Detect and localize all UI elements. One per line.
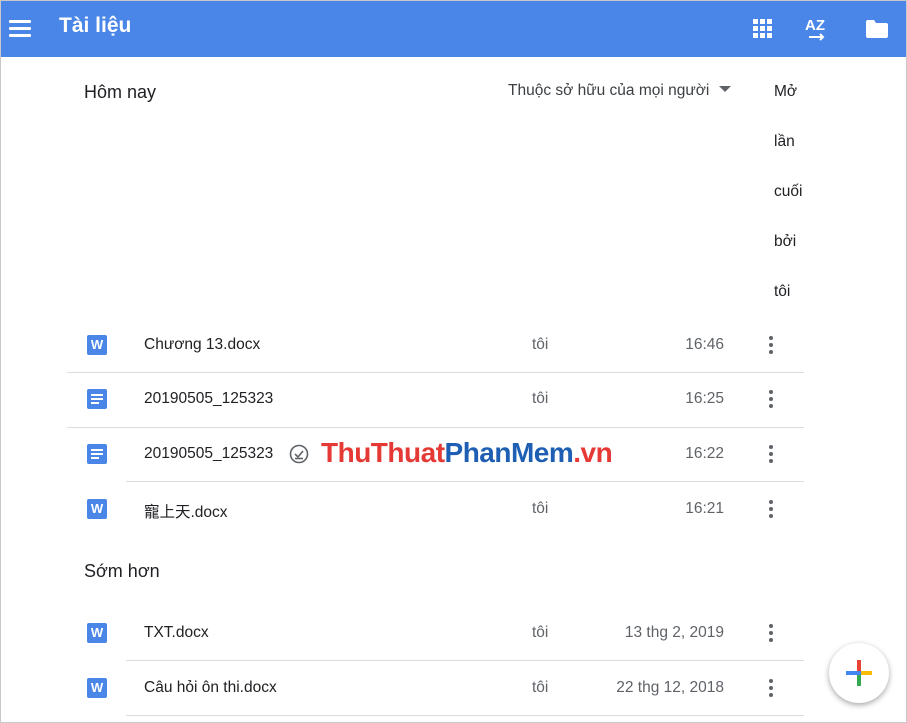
owner-filter-dropdown[interactable]: Thuộc sở hữu của mọi người [508, 82, 732, 100]
offline-available-icon [289, 444, 309, 464]
google-doc-icon [87, 444, 107, 464]
app-bar: Tài liệu AZ [1, 1, 906, 57]
folder-icon[interactable] [863, 15, 891, 43]
google-doc-icon [87, 389, 107, 409]
file-name: Chương 13.docx [144, 336, 261, 353]
docs-app-window: Tài liệu AZ Hôm nay Thuộc sở hữu của mọi… [0, 0, 907, 723]
file-owner: tôi [532, 500, 549, 517]
hamburger-menu-icon[interactable] [9, 17, 31, 41]
file-name: 20190505_125323 [144, 390, 274, 407]
more-options-icon[interactable] [761, 676, 781, 700]
section-title-earlier: Sớm hơn [84, 561, 160, 581]
sort-header-word: Mở [774, 83, 798, 100]
sort-header-word: cuối [774, 183, 803, 200]
file-date: 16:46 [685, 336, 724, 353]
file-date: 16:21 [685, 500, 724, 517]
sort-header-word: lần [774, 133, 795, 150]
plus-icon [846, 660, 872, 686]
more-options-icon[interactable] [761, 621, 781, 645]
file-name: Câu hỏi ôn thi.docx [144, 679, 277, 696]
watermark-part: ThuThuat [321, 437, 445, 468]
more-options-icon[interactable] [761, 442, 781, 466]
sort-az-icon[interactable]: AZ [803, 15, 831, 43]
file-row[interactable]: W TXT.docx tôi 13 thg 2, 2019 [1, 606, 906, 660]
file-name: TXT.docx [144, 624, 209, 641]
file-owner: tôi [532, 390, 549, 407]
file-row[interactable]: W Câu hỏi ôn thi.docx tôi 22 thg 12, 201… [1, 661, 906, 715]
file-name: 20190505_125323 [144, 445, 274, 462]
file-owner: tôi [532, 336, 549, 353]
more-options-icon[interactable] [761, 333, 781, 357]
row-divider [126, 715, 804, 716]
file-date: 22 thg 12, 2018 [616, 679, 724, 696]
sort-last-opened-header[interactable]: Mở lần cuối bởi tôi [774, 83, 814, 333]
dropdown-caret-icon [719, 86, 732, 92]
file-date: 16:22 [685, 445, 724, 462]
file-row[interactable]: 20190505_125323 tôi 16:25 [1, 372, 906, 426]
more-options-icon[interactable] [761, 497, 781, 521]
owner-filter-label: Thuộc sở hữu của mọi người [508, 82, 710, 99]
word-doc-icon: W [87, 678, 107, 698]
watermark-logo: ThuThuatPhanMem.vn [321, 437, 613, 469]
file-date: 13 thg 2, 2019 [624, 624, 724, 641]
more-options-icon[interactable] [761, 387, 781, 411]
app-title: Tài liệu [59, 14, 132, 37]
new-document-fab[interactable] [829, 643, 889, 703]
section-title-today: Hôm nay [84, 82, 157, 102]
word-doc-icon: W [87, 623, 107, 643]
file-row[interactable]: W Chương 13.docx tôi 16:46 [1, 318, 906, 372]
grid-view-icon[interactable] [749, 15, 777, 43]
file-owner: tôi [532, 679, 549, 696]
word-doc-icon: W [87, 335, 107, 355]
watermark-part: .vn [573, 437, 613, 468]
word-doc-icon: W [87, 499, 107, 519]
watermark-part: PhanMem [444, 437, 574, 468]
file-date: 16:25 [685, 390, 724, 407]
file-name: 寵上天.docx [144, 504, 228, 521]
file-row[interactable]: W 寵上天.docx tôi 16:21 [1, 482, 906, 536]
file-owner: tôi [532, 624, 549, 641]
sort-header-word: bởi [774, 233, 797, 250]
